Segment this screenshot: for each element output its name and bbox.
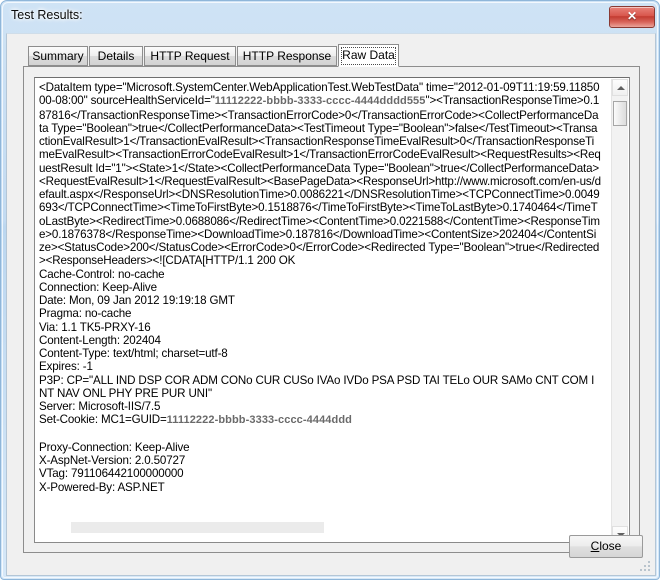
redacted-guid: 11112222-bbbb-3333-cccc-4444ddd xyxy=(166,414,352,427)
test-results-window: Test Results: ✕ Summary Details HTTP Reque… xyxy=(0,0,660,580)
grip-dot xyxy=(644,569,646,571)
tab-raw-data[interactable]: Raw Data xyxy=(338,44,399,67)
scrollbar-thumb[interactable] xyxy=(613,101,627,126)
tab-http-request[interactable]: HTTP Request xyxy=(144,46,236,66)
grip-dot xyxy=(644,565,646,567)
raw-data-text: <DataItem type="Microsoft.SystemCenter.W… xyxy=(39,81,601,494)
resize-grip[interactable] xyxy=(640,561,652,573)
grip-dot xyxy=(648,569,650,571)
redacted-guid: 11112222-bbbb-3333-cccc-4444dddd555 xyxy=(214,95,426,108)
window-titlebar[interactable]: Test Results: ✕ xyxy=(1,1,660,33)
raw-data-segment: Proxy-Connection: Keep-Alive X-AspNet-Ve… xyxy=(39,440,190,494)
close-button[interactable]: Close xyxy=(569,535,643,558)
tab-label: Details xyxy=(97,49,135,63)
close-button-label: lose xyxy=(599,539,622,553)
chevron-up-icon xyxy=(617,86,625,90)
tab-http-response[interactable]: HTTP Response xyxy=(237,46,337,66)
window-close-button[interactable]: ✕ xyxy=(609,6,655,28)
grip-dot xyxy=(648,561,650,563)
tab-summary[interactable]: Summary xyxy=(28,46,88,66)
raw-data-textbox[interactable]: <DataItem type="Microsoft.SystemCenter.W… xyxy=(34,77,630,543)
tab-label: Summary xyxy=(32,49,84,63)
close-icon: ✕ xyxy=(626,9,638,23)
tab-page-raw-data: <DataItem type="Microsoft.SystemCenter.W… xyxy=(23,66,640,553)
tab-label: HTTP Request xyxy=(150,49,230,63)
redaction-bar xyxy=(71,522,324,533)
raw-data-segment: "><TransactionResponseTime>0.187816</Tra… xyxy=(39,94,601,427)
grip-dot xyxy=(648,565,650,567)
tab-label: HTTP Response xyxy=(242,49,332,63)
vertical-scrollbar[interactable] xyxy=(611,79,628,542)
window-title: Test Results: xyxy=(11,8,83,22)
dialog-client-area: Summary Details HTTP Request HTTP Response R… xyxy=(6,33,656,576)
tab-details[interactable]: Details xyxy=(89,46,143,66)
grip-dot xyxy=(640,569,642,571)
tab-label: Raw Data xyxy=(342,48,395,62)
scroll-up-button[interactable] xyxy=(612,79,628,96)
